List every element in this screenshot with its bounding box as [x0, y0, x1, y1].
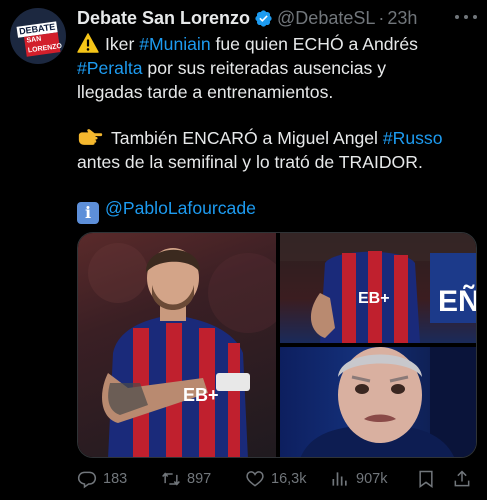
repost-count: 897: [187, 471, 212, 487]
display-name[interactable]: Debate San Lorenzo: [77, 8, 250, 29]
debate-san-lorenzo-logo: DEBATE SAN LORENZO: [16, 21, 62, 57]
logo-text-bottom: SAN LORENZO: [23, 32, 62, 57]
tweet-line-2: #Peralta por sus reiteradas ausencias y: [77, 56, 477, 80]
handle[interactable]: @DebateSL: [277, 8, 375, 29]
views-count: 907k: [356, 471, 388, 487]
reply-button[interactable]: 183: [77, 466, 127, 492]
bookmark-button[interactable]: [416, 466, 442, 492]
share-icon: [454, 470, 470, 487]
tweet-text-segment: Iker: [105, 34, 140, 54]
info-icon: i: [77, 202, 99, 224]
background-text: EÑ: [438, 284, 477, 318]
jersey-sponsor-text: EB+: [183, 385, 219, 405]
repost-icon: [162, 472, 180, 486]
tweet-line-3: llegadas tarde a entrenamientos.: [77, 82, 334, 102]
like-button[interactable]: 16,3k: [245, 466, 306, 492]
warning-icon: [77, 33, 99, 53]
photo-player-arm[interactable]: EB+: [78, 233, 276, 457]
photo-coach-face[interactable]: [280, 347, 476, 457]
tweet-text-segment: por sus reiteradas ausencias y: [142, 58, 387, 78]
share-button[interactable]: [452, 466, 478, 492]
reply-icon: [77, 471, 97, 489]
more-options-icon[interactable]: [455, 8, 477, 26]
tweet-header: Debate San Lorenzo @DebateSL · 23h: [77, 6, 417, 30]
tweet-text-segment: También ENCARÓ a Miguel Angel: [111, 128, 383, 148]
media-grid: EB+ EÑ EB+: [77, 232, 477, 458]
hashtag-peralta[interactable]: #Peralta: [77, 58, 143, 78]
action-bar: 183 897 16,3k 907k: [77, 466, 477, 492]
photo-player-jersey[interactable]: EÑ EB+: [280, 233, 477, 343]
repost-button[interactable]: 897: [161, 466, 211, 492]
mention-pablolafourcade[interactable]: @PabloLafourcade: [105, 198, 256, 218]
separator-dot: ·: [378, 7, 385, 28]
views-icon: [332, 472, 347, 486]
verified-badge-icon[interactable]: [254, 9, 273, 28]
tweet-line-5: antes de la semifinal y lo trató de TRAI…: [77, 152, 423, 172]
pointing-hand-icon: [78, 129, 103, 145]
avatar[interactable]: DEBATE SAN LORENZO: [10, 8, 66, 64]
tweet-text-segment: fue quien ECHÓ a Andrés: [210, 34, 418, 54]
jersey-sponsor-text: EB+: [358, 290, 390, 307]
heart-icon: [246, 471, 264, 487]
like-count: 16,3k: [271, 471, 307, 487]
tweet-line-1: Iker #Muniain fue quien ECHÓ a Andrés: [77, 32, 477, 56]
tweet-line-6: i @PabloLafourcade: [77, 196, 477, 224]
bookmark-icon: [419, 470, 433, 488]
reply-count: 183: [103, 471, 128, 487]
tweet-line-4: También ENCARÓ a Miguel Angel #Russo: [77, 126, 477, 150]
timestamp[interactable]: 23h: [387, 8, 417, 29]
hashtag-russo[interactable]: #Russo: [383, 128, 443, 148]
tweet-text: Iker #Muniain fue quien ECHÓ a Andrés #P…: [77, 32, 477, 224]
hashtag-muniain[interactable]: #Muniain: [139, 34, 210, 54]
views-button[interactable]: 907k: [330, 466, 387, 492]
